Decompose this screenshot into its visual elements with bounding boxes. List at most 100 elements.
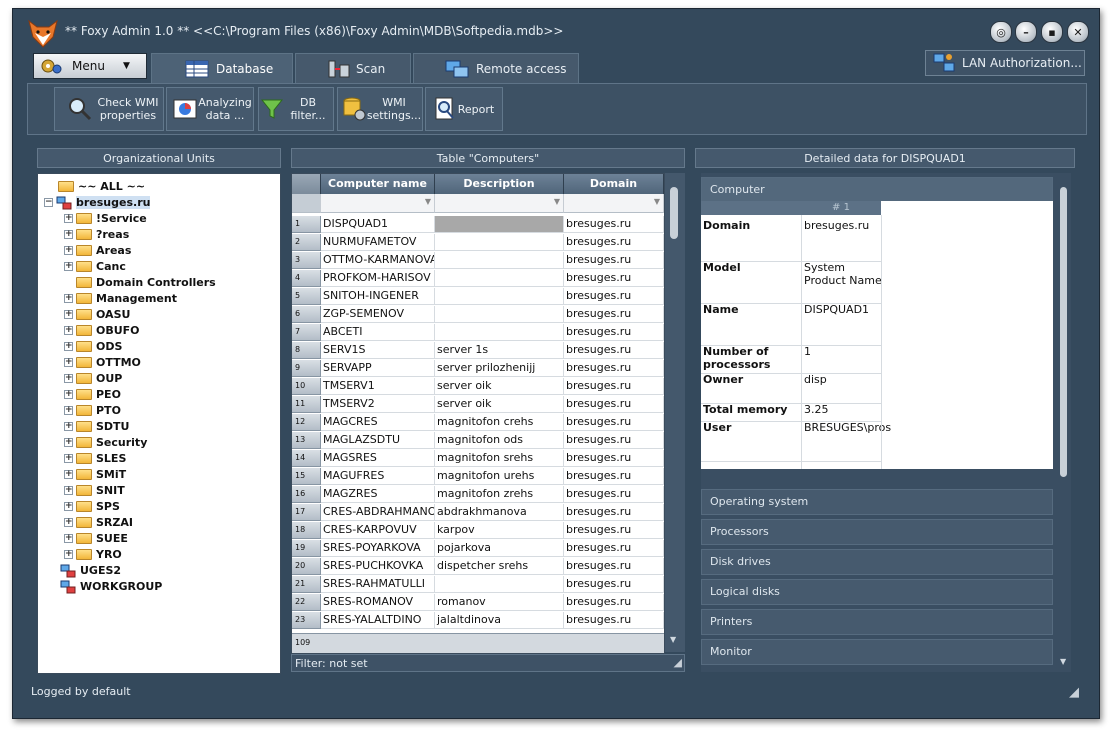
cell-domain[interactable]: bresuges.ru: [564, 450, 664, 467]
tree-node-ou[interactable]: + SLES: [64, 450, 126, 466]
row-number[interactable]: 14: [292, 450, 321, 467]
cell-domain[interactable]: bresuges.ru: [564, 396, 664, 413]
filter-description[interactable]: ▼: [435, 194, 564, 213]
tree-node-ou[interactable]: + SMiT: [64, 466, 126, 482]
cell-name[interactable]: OTTMO-KARMANOVA: [321, 252, 435, 269]
cell-desc[interactable]: server oik: [435, 396, 564, 413]
cell-name[interactable]: PROFKOM-HARISOV: [321, 270, 435, 287]
row-number[interactable]: 19: [292, 540, 321, 557]
cell-domain[interactable]: bresuges.ru: [564, 306, 664, 323]
expand-icon[interactable]: +: [64, 421, 73, 431]
row-number[interactable]: 18: [292, 522, 321, 539]
row-number[interactable]: 9: [292, 360, 321, 377]
expand-icon[interactable]: +: [64, 341, 73, 351]
cell-desc[interactable]: magnitofon urehs: [435, 468, 564, 485]
tree-node-workgroup[interactable]: UGES2: [60, 562, 121, 578]
filter-computer-name[interactable]: ▼: [321, 194, 435, 213]
section-computer[interactable]: Computer: [701, 177, 1053, 203]
expand-icon[interactable]: +: [64, 533, 73, 543]
expand-icon[interactable]: +: [64, 485, 73, 495]
row-number[interactable]: 23: [292, 612, 321, 629]
maximize-button[interactable]: ▪: [1041, 21, 1063, 43]
cell-domain[interactable]: bresuges.ru: [564, 432, 664, 449]
cell-name[interactable]: SRES-YALALTDINO: [321, 612, 435, 629]
tree-node-workgroup[interactable]: WORKGROUP: [60, 578, 162, 594]
expand-icon[interactable]: +: [64, 389, 73, 399]
tree-node-ou[interactable]: Domain Controllers: [64, 274, 216, 290]
section-logical-disks[interactable]: Logical disks: [701, 579, 1053, 605]
detail-value[interactable]: System Product Name: [804, 261, 882, 287]
cell-domain[interactable]: bresuges.ru: [564, 288, 664, 305]
cell-domain[interactable]: bresuges.ru: [564, 576, 664, 593]
report-button[interactable]: Report: [425, 87, 503, 131]
cell-name[interactable]: DISPQUAD1: [321, 216, 435, 233]
detail-value[interactable]: disp: [804, 373, 882, 386]
cell-name[interactable]: MAGZRES: [321, 486, 435, 503]
cell-desc[interactable]: [435, 216, 564, 233]
cell-domain[interactable]: bresuges.ru: [564, 504, 664, 521]
tree-node-ou[interactable]: + Areas: [64, 242, 131, 258]
cell-name[interactable]: ABCETI: [321, 324, 435, 341]
expand-icon[interactable]: +: [64, 245, 73, 255]
cell-desc[interactable]: dispetcher srehs: [435, 558, 564, 575]
tab-database[interactable]: Database: [151, 53, 293, 83]
row-number[interactable]: 1: [292, 216, 321, 233]
detail-value[interactable]: 3.25: [804, 403, 882, 416]
cell-desc[interactable]: [435, 324, 564, 341]
tree-node-ou[interactable]: + OUP: [64, 370, 122, 386]
tree-node-ou[interactable]: + SRZAI: [64, 514, 133, 530]
tree-node-ou[interactable]: + YRO: [64, 546, 122, 562]
cell-desc[interactable]: [435, 576, 564, 593]
cell-name[interactable]: MAGUFRES: [321, 468, 435, 485]
expand-icon[interactable]: +: [64, 309, 73, 319]
column-domain[interactable]: Domain: [564, 174, 664, 194]
row-number[interactable]: 8: [292, 342, 321, 359]
cell-desc[interactable]: server oik: [435, 378, 564, 395]
cell-name[interactable]: SNITOH-INGENER: [321, 288, 435, 305]
collapse-icon[interactable]: −: [44, 197, 53, 207]
detail-value[interactable]: bresuges.ru: [804, 219, 882, 232]
cell-domain[interactable]: bresuges.ru: [564, 270, 664, 287]
cell-name[interactable]: CRES-KARPOVUV: [321, 522, 435, 539]
tree-node-ou[interactable]: + ?reas: [64, 226, 129, 242]
tree-node-ou[interactable]: + Canc: [64, 258, 126, 274]
tree-node-ou[interactable]: + SPS: [64, 498, 120, 514]
cell-domain[interactable]: bresuges.ru: [564, 378, 664, 395]
row-number[interactable]: 17: [292, 504, 321, 521]
expand-icon[interactable]: +: [64, 501, 73, 511]
row-number[interactable]: 3: [292, 252, 321, 269]
cell-desc[interactable]: abdrakhmanova: [435, 504, 564, 521]
cell-desc[interactable]: server prilozhenijj: [435, 360, 564, 377]
cell-desc[interactable]: server 1s: [435, 342, 564, 359]
tree-node-ou[interactable]: + SNIT: [64, 482, 125, 498]
detail-scroll-down-icon[interactable]: ▼: [1060, 657, 1066, 666]
detail-value[interactable]: DISPQUAD1: [804, 303, 882, 316]
tree-node-ou[interactable]: + PEO: [64, 386, 121, 402]
expand-icon[interactable]: +: [64, 357, 73, 367]
cell-domain[interactable]: bresuges.ru: [564, 540, 664, 557]
cell-name[interactable]: NURMUFAMETOV: [321, 234, 435, 251]
cell-domain[interactable]: bresuges.ru: [564, 468, 664, 485]
row-number[interactable]: 7: [292, 324, 321, 341]
row-number[interactable]: 16: [292, 486, 321, 503]
row-number[interactable]: 20: [292, 558, 321, 575]
cell-desc[interactable]: magnitofon crehs: [435, 414, 564, 431]
tree-node-domain[interactable]: − bresuges.ru: [44, 194, 151, 210]
cell-desc[interactable]: magnitofon zrehs: [435, 486, 564, 503]
expand-icon[interactable]: +: [64, 405, 73, 415]
cell-name[interactable]: SERV1S: [321, 342, 435, 359]
cell-name[interactable]: SRES-RAHMATULLI: [321, 576, 435, 593]
detail-value[interactable]: BRESUGES\pros: [804, 421, 891, 434]
cell-desc[interactable]: [435, 306, 564, 323]
tab-remote-access[interactable]: Remote access: [413, 53, 579, 83]
expand-icon[interactable]: +: [64, 453, 73, 463]
expand-icon[interactable]: +: [64, 213, 73, 223]
db-filter-button[interactable]: DB filter...: [258, 87, 334, 131]
expand-icon[interactable]: +: [64, 325, 73, 335]
tree-node-ou[interactable]: + !Service: [64, 210, 147, 226]
cell-desc[interactable]: [435, 288, 564, 305]
scroll-down-icon[interactable]: ▼: [670, 635, 676, 644]
filter-domain[interactable]: ▼: [564, 194, 664, 213]
section-disk-drives[interactable]: Disk drives: [701, 549, 1053, 575]
row-number[interactable]: 13: [292, 432, 321, 449]
